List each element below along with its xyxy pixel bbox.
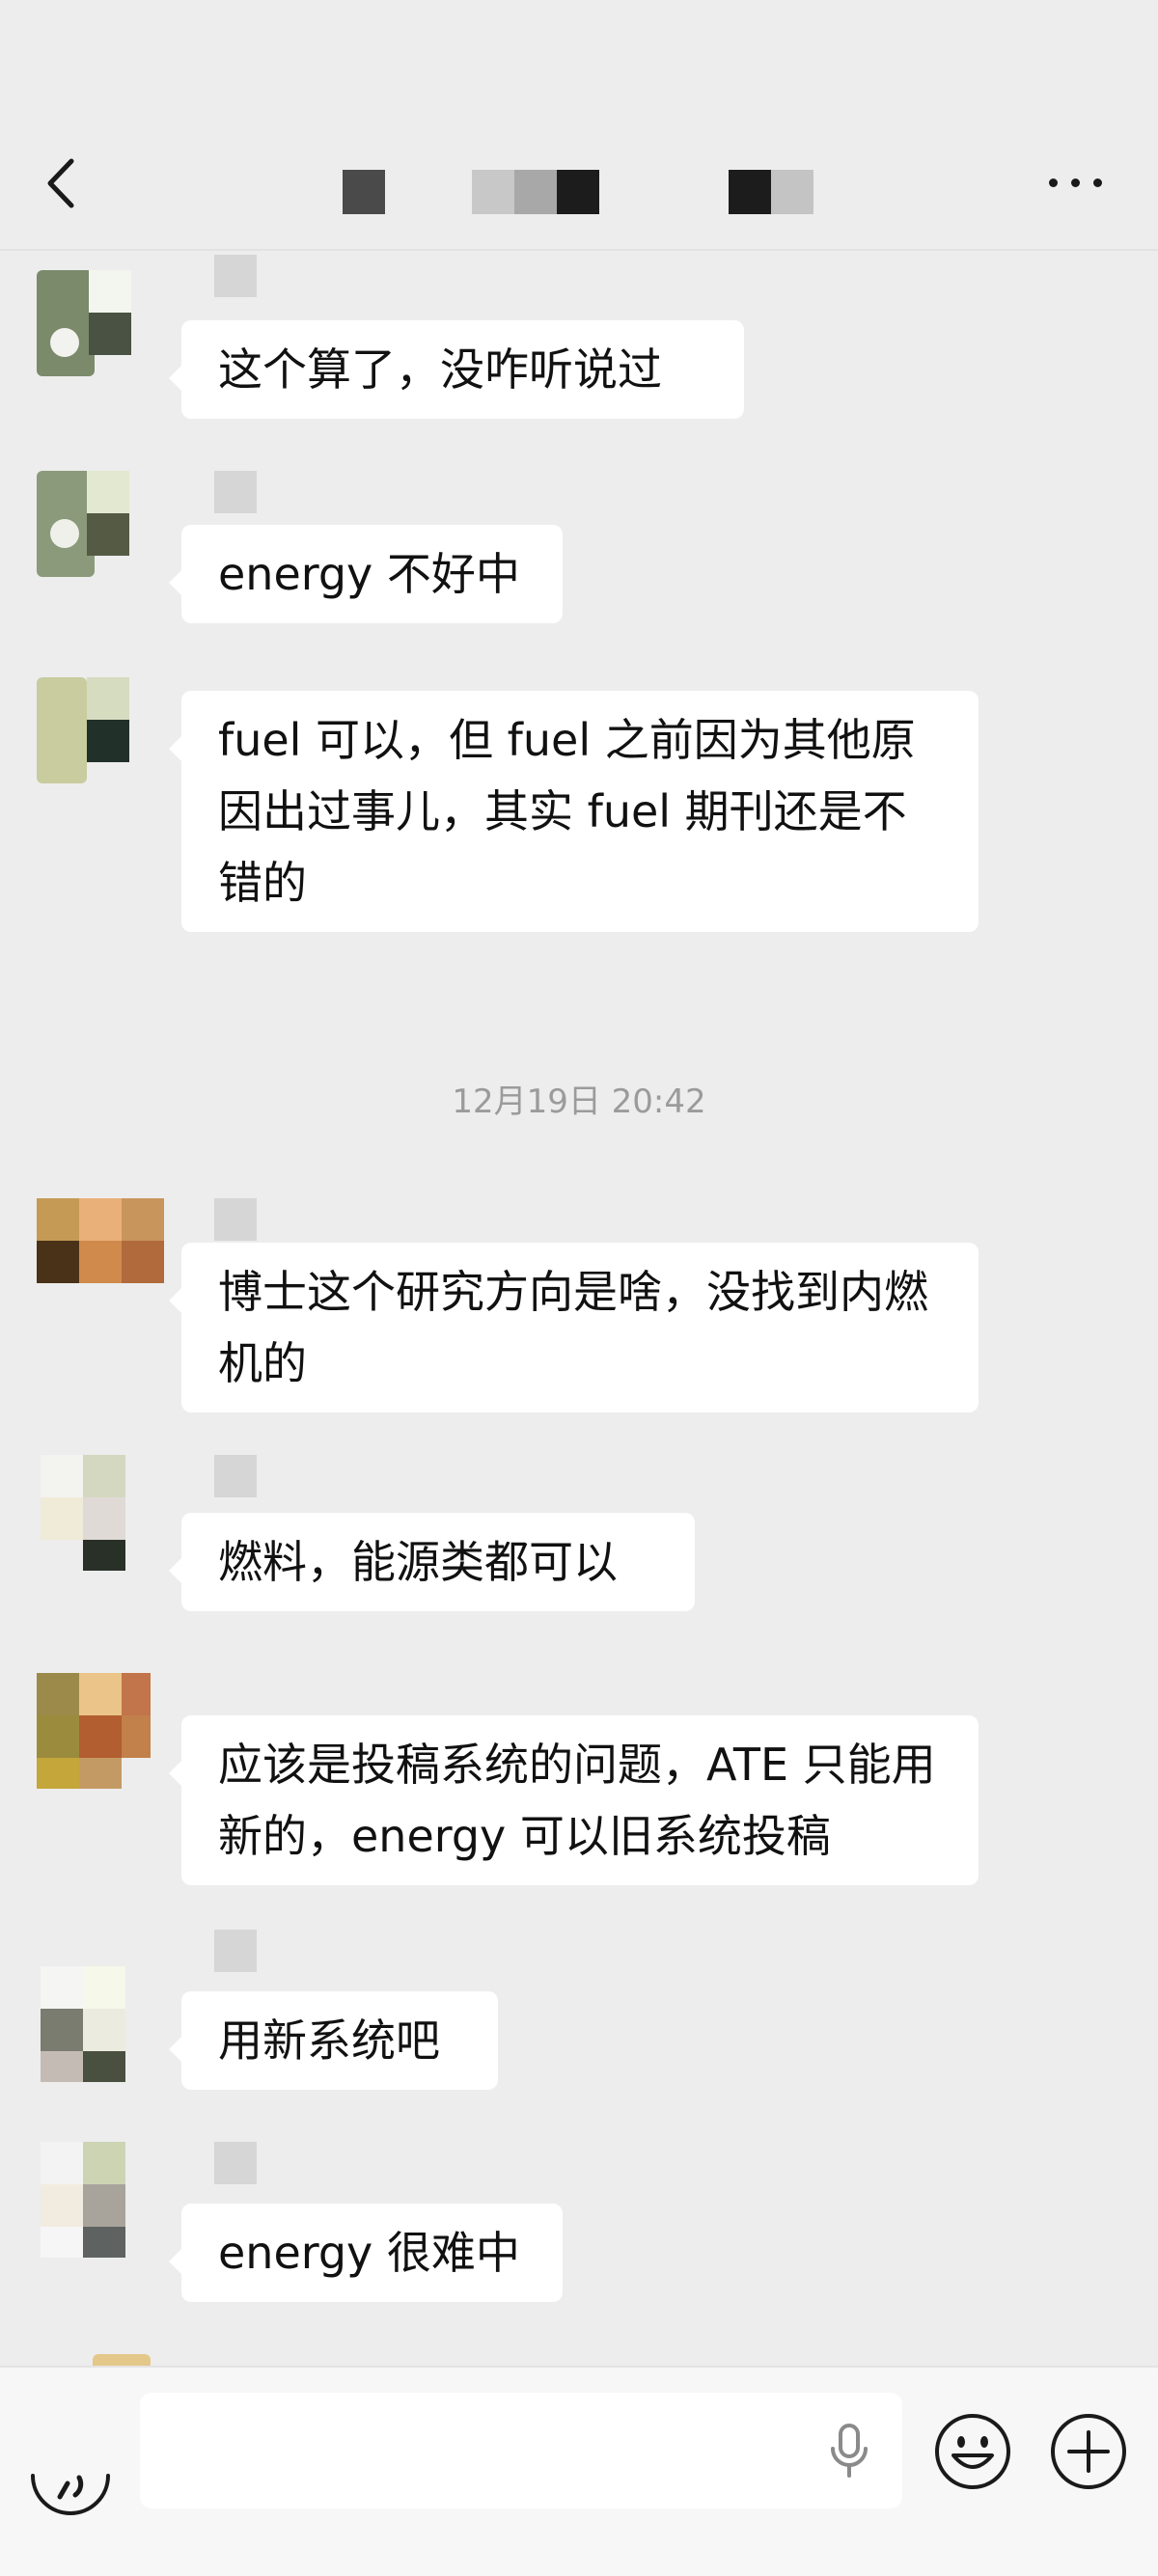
- chat-title-redacted: [343, 170, 825, 214]
- sender-name-redacted: [214, 1198, 257, 1241]
- avatar[interactable]: [37, 1455, 172, 1571]
- plus-circle-icon: [1051, 2414, 1126, 2489]
- microphone-icon[interactable]: [825, 2422, 873, 2480]
- more-dots-icon: [1049, 178, 1058, 187]
- avatar[interactable]: [37, 270, 172, 386]
- avatar[interactable]: [37, 2142, 172, 2258]
- back-button[interactable]: [39, 150, 87, 217]
- timestamp: 12月19日 20:42: [452, 1082, 706, 1121]
- input-bar: [0, 2366, 1158, 2576]
- sender-name-redacted: [214, 2142, 257, 2184]
- more-options-button[interactable]: [1042, 164, 1110, 203]
- message-bubble[interactable]: fuel 可以，但 fuel 之前因为其他原因出过事儿，其实 fuel 期刊还是…: [169, 691, 979, 932]
- avatar[interactable]: [37, 1966, 172, 2082]
- emoji-button[interactable]: [932, 2411, 1013, 2492]
- avatar[interactable]: [37, 1198, 172, 1314]
- chat-header: [0, 0, 1158, 251]
- message-bubble[interactable]: energy 不好中: [169, 525, 563, 623]
- message-bubble[interactable]: 燃料，能源类都可以: [169, 1513, 695, 1611]
- emoji-icon: [935, 2414, 1010, 2489]
- avatar[interactable]: [37, 1673, 172, 1789]
- voice-toggle-button[interactable]: [27, 2447, 114, 2534]
- avatar[interactable]: [37, 471, 172, 587]
- avatar[interactable]: [37, 2354, 172, 2366]
- message-input[interactable]: [140, 2393, 902, 2508]
- sender-name-redacted: [214, 1455, 257, 1497]
- chevron-left-icon: [47, 158, 74, 208]
- message-bubble[interactable]: 应该是投稿系统的问题，ATE 只能用新的，energy 可以旧系统投稿: [169, 1715, 979, 1885]
- message-bubble[interactable]: energy 很难中: [169, 2204, 563, 2302]
- sender-name-redacted: [214, 255, 257, 297]
- voice-toggle-icon: [31, 2474, 110, 2515]
- message-list[interactable]: 这个算了，没咋听说过 energy 不好中 fuel 可以，但 fuel 之前因…: [0, 253, 1158, 2366]
- avatar[interactable]: [37, 677, 172, 793]
- message-bubble[interactable]: 这个算了，没咋听说过: [169, 320, 744, 419]
- sender-name-redacted: [214, 471, 257, 513]
- more-functions-button[interactable]: [1048, 2411, 1129, 2492]
- message-bubble[interactable]: 博士这个研究方向是啥，没找到内燃机的: [169, 1243, 979, 1412]
- sender-name-redacted: [214, 1930, 257, 1972]
- message-bubble[interactable]: 用新系统吧: [169, 1991, 498, 2090]
